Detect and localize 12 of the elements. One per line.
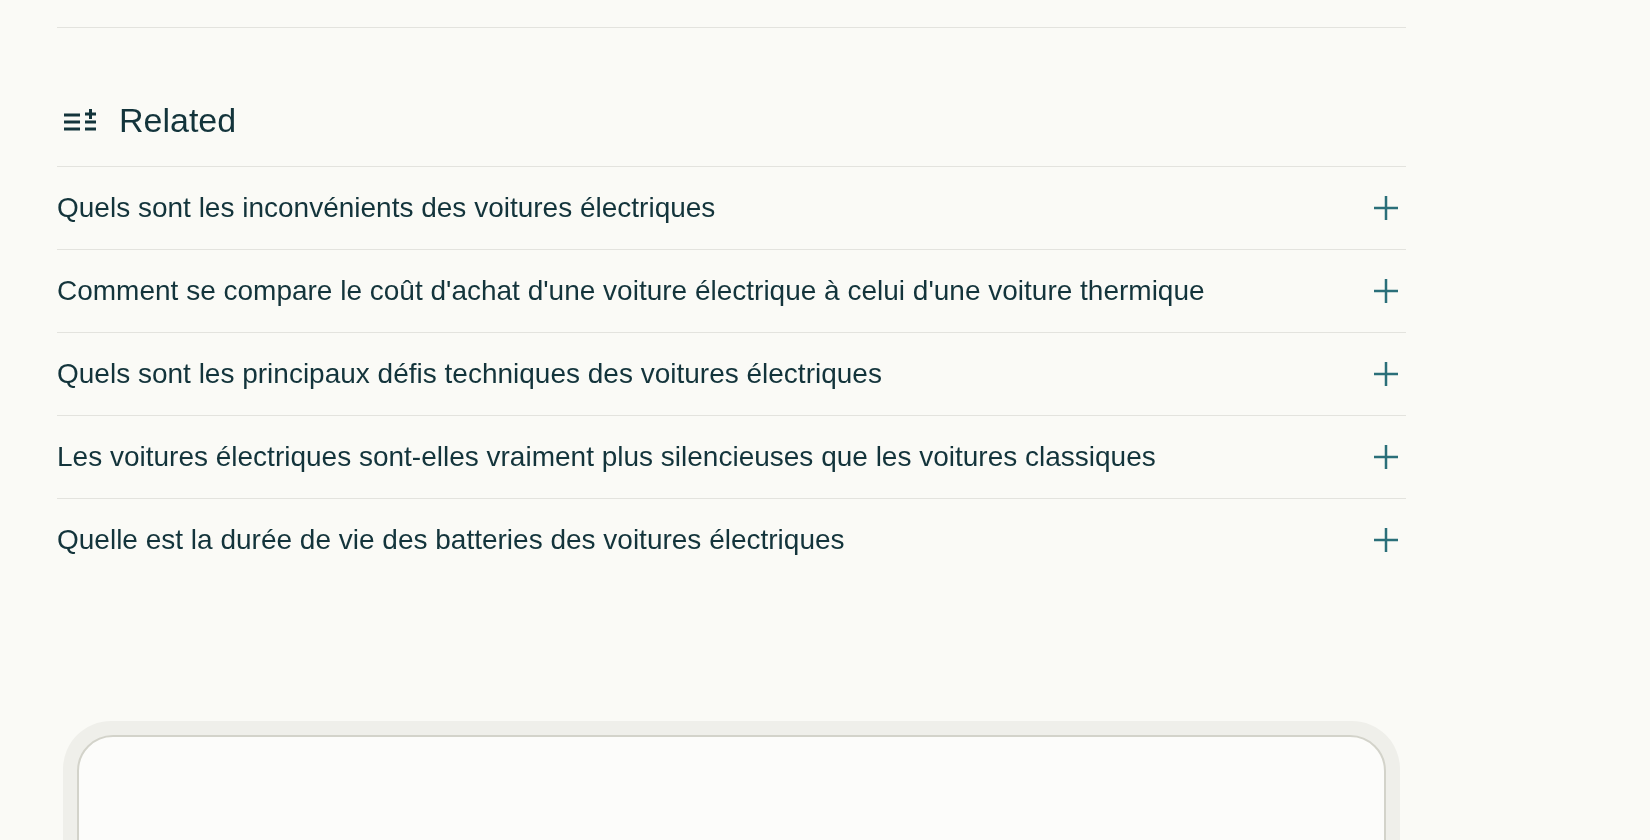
plus-icon (1372, 194, 1400, 222)
plus-icon (1372, 526, 1400, 554)
plus-icon (1372, 360, 1400, 388)
section-title: Related (119, 100, 237, 141)
related-question[interactable]: Les voitures électriques sont-elles vraiment plus silencieuses que les voitures classiques (57, 415, 1406, 498)
list-plus-icon (63, 107, 97, 133)
plus-icon (1372, 277, 1400, 305)
plus-icon (1372, 443, 1400, 471)
related-question[interactable]: Quels sont les inconvénients des voitures électriques (57, 166, 1406, 249)
related-question[interactable]: Quels sont les principaux défis techniques des voitures électriques (57, 332, 1406, 415)
related-question[interactable]: Quelle est la durée de vie des batteries des voitures électriques (57, 498, 1406, 581)
related-question[interactable]: Comment se compare le coût d'achat d'une voiture électrique à celui d'une voiture thermique (57, 249, 1406, 332)
